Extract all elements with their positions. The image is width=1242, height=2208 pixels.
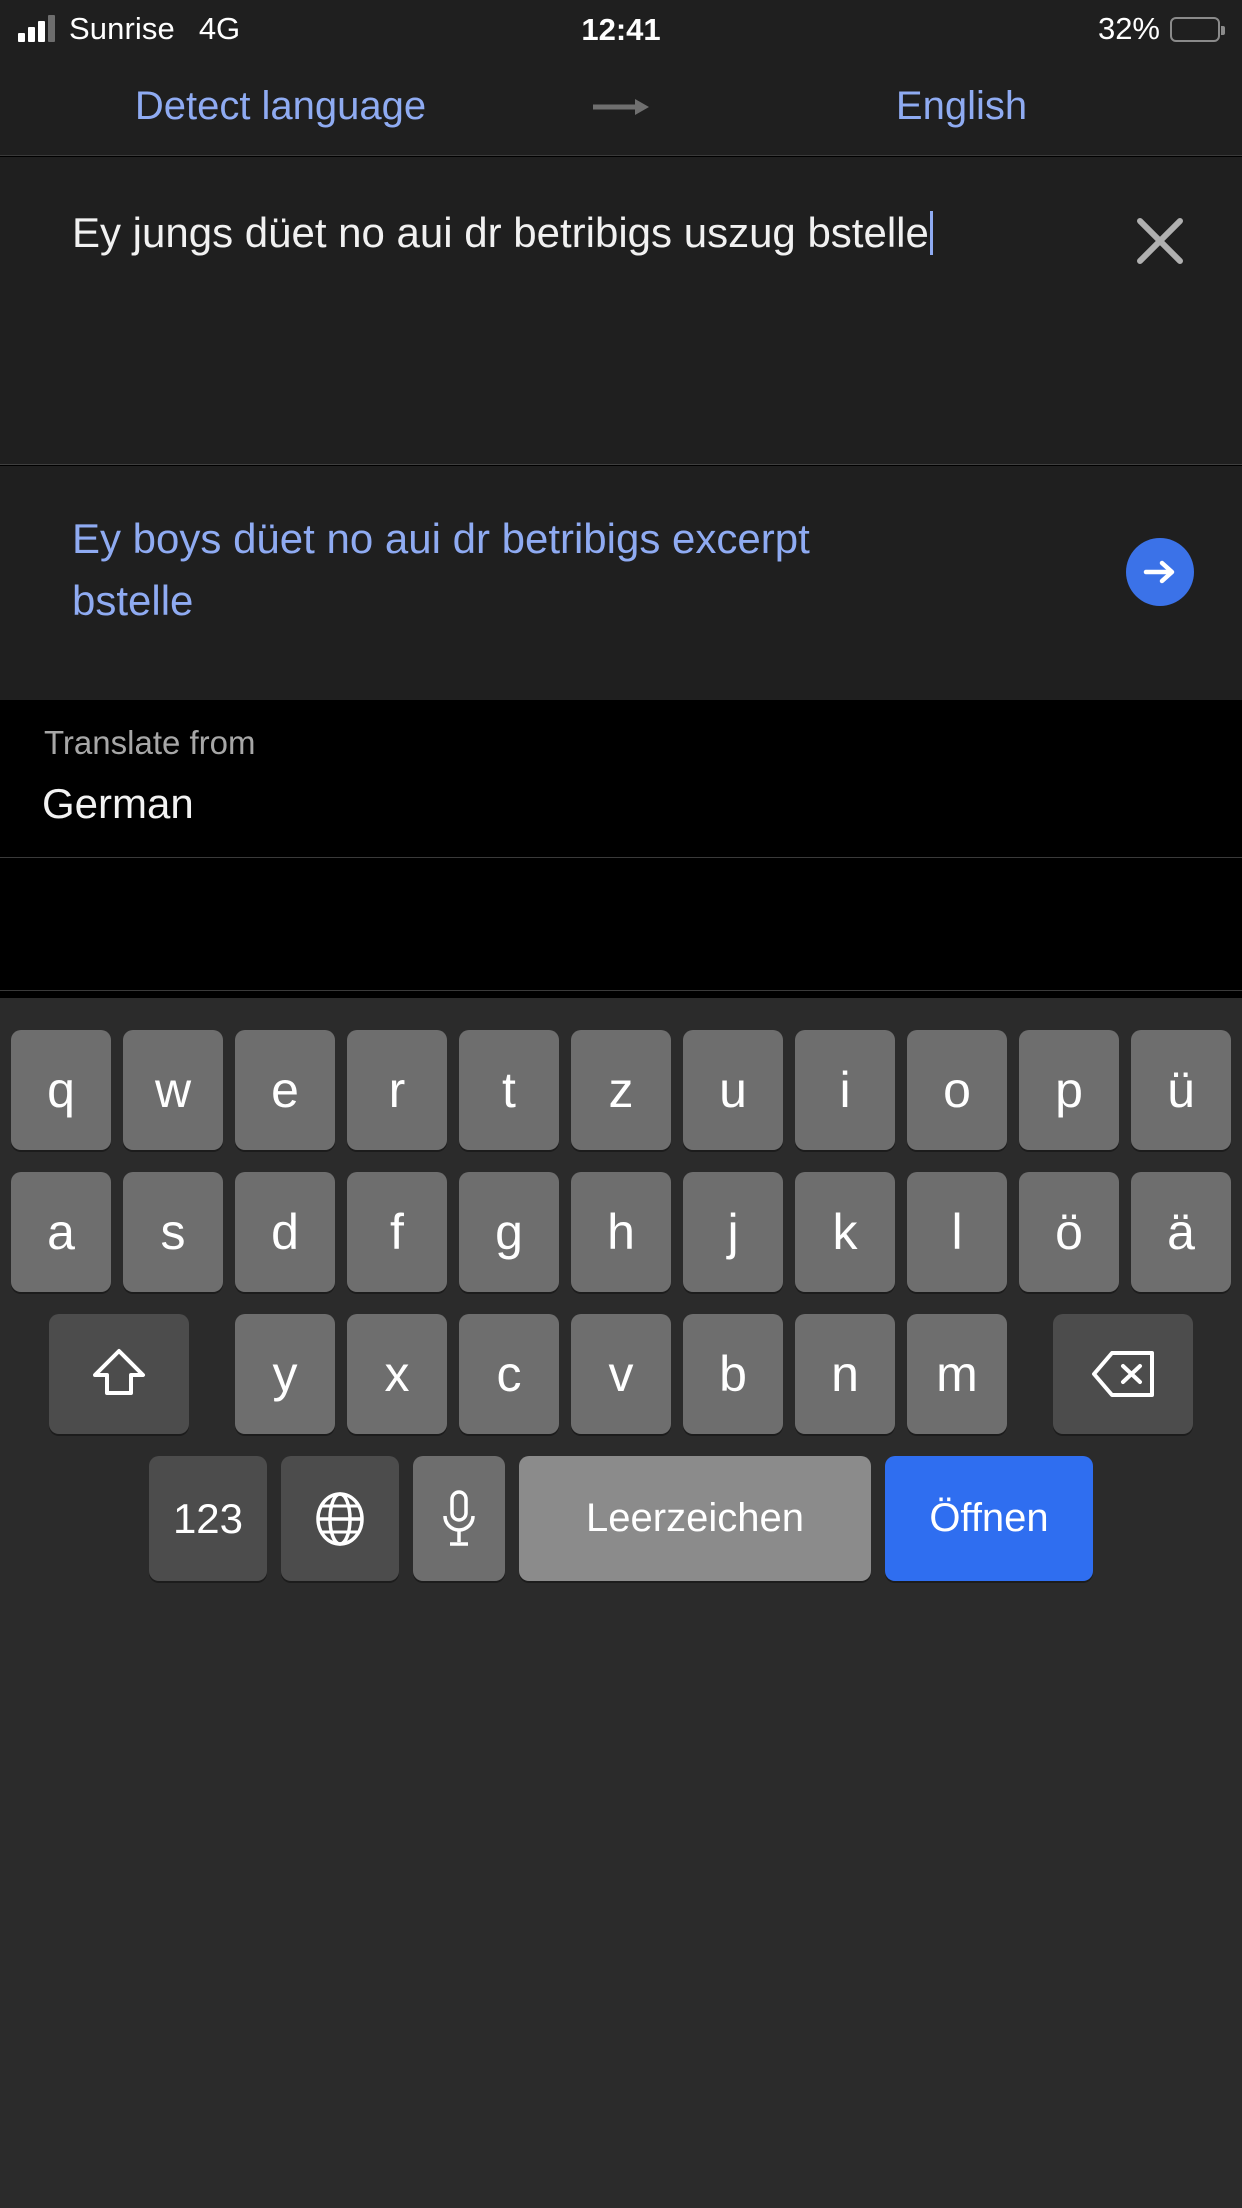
key-k[interactable]: k [795,1172,895,1292]
key-e[interactable]: e [235,1030,335,1150]
space-key[interactable]: Leerzeichen [519,1456,871,1581]
battery-percent-label: 32% [1097,11,1160,46]
battery-icon [1170,16,1225,42]
source-text-field[interactable]: Ey jungs düet no aui dr betribigs uszug … [72,203,1002,263]
globe-icon[interactable] [281,1456,399,1581]
target-language-button[interactable]: English [681,84,1242,129]
key-n[interactable]: n [795,1314,895,1434]
phone-screen: Sunrise 4G 12:41 32% Detect language Eng… [0,0,1242,2208]
source-text-value: Ey jungs düet no aui dr betribigs uszug … [72,209,929,256]
on-screen-keyboard: q w e r t z u i o p ü a s d f g h j k l … [0,998,1242,2208]
translation-result-area[interactable]: Ey boys düet no aui dr betribigs excerpt… [0,466,1242,700]
microphone-icon[interactable] [413,1456,505,1581]
keyboard-row-3: y x c v b n m [0,1314,1242,1434]
keyboard-row-4: 123 Leerzeichen Öffnen [0,1456,1242,1581]
key-o-umlaut[interactable]: ö [1019,1172,1119,1292]
key-y[interactable]: y [235,1314,335,1434]
key-r[interactable]: r [347,1030,447,1150]
key-q[interactable]: q [11,1030,111,1150]
key-l[interactable]: l [907,1172,1007,1292]
key-b[interactable]: b [683,1314,783,1434]
key-t[interactable]: t [459,1030,559,1150]
key-g[interactable]: g [459,1172,559,1292]
key-h[interactable]: h [571,1172,671,1292]
status-bar: Sunrise 4G 12:41 32% [0,0,1242,58]
clock-label: 12:41 [581,12,661,47]
key-s[interactable]: s [123,1172,223,1292]
key-w[interactable]: w [123,1030,223,1150]
source-language-button[interactable]: Detect language [0,84,561,129]
key-d[interactable]: d [235,1172,335,1292]
language-selector-bar: Detect language English [0,58,1242,156]
key-u-umlaut[interactable]: ü [1131,1030,1231,1150]
text-caret [929,211,933,255]
keyboard-row-2: a s d f g h j k l ö ä [0,1172,1242,1292]
key-m[interactable]: m [907,1314,1007,1434]
arrow-right-icon [561,95,681,119]
key-x[interactable]: x [347,1314,447,1434]
numbers-key[interactable]: 123 [149,1456,267,1581]
key-c[interactable]: c [459,1314,559,1434]
status-bar-right: 32% [1097,0,1225,58]
list-item[interactable] [0,858,1242,991]
key-v[interactable]: v [571,1314,671,1434]
translate-from-label: Translate from [44,724,256,761]
translation-text: Ey boys düet no aui dr betribigs excerpt… [72,515,810,624]
source-text-area[interactable]: Ey jungs düet no aui dr betribigs uszug … [0,157,1242,465]
key-i[interactable]: i [795,1030,895,1150]
key-o[interactable]: o [907,1030,1007,1150]
key-a[interactable]: a [11,1172,111,1292]
keyboard-row-1: q w e r t z u i o p ü [0,1030,1242,1150]
key-z[interactable]: z [571,1030,671,1150]
open-key[interactable]: Öffnen [885,1456,1093,1581]
arrow-right-circle-icon[interactable] [1126,538,1194,606]
key-a-umlaut[interactable]: ä [1131,1172,1231,1292]
key-j[interactable]: j [683,1172,783,1292]
translate-from-row[interactable]: Translate from German [0,700,1242,858]
key-p[interactable]: p [1019,1030,1119,1150]
close-icon[interactable] [1128,209,1192,273]
key-f[interactable]: f [347,1172,447,1292]
key-u[interactable]: u [683,1030,783,1150]
translate-from-value: German [42,780,194,827]
backspace-icon[interactable] [1053,1314,1193,1434]
shift-up-icon[interactable] [49,1314,189,1434]
